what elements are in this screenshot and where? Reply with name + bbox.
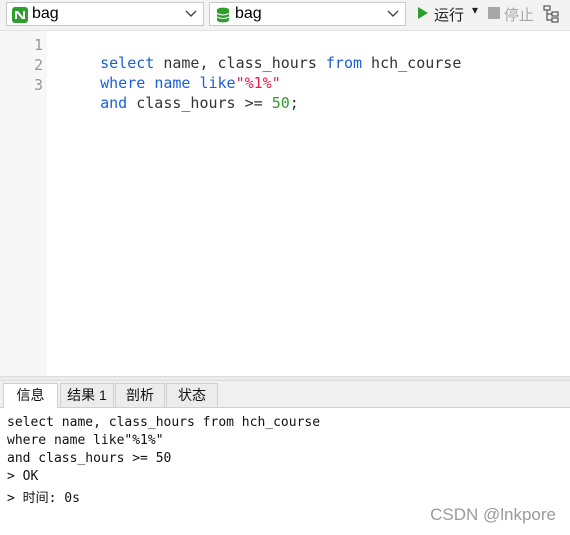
text-token: class_hours >= [127, 94, 272, 112]
database-icon [216, 7, 230, 23]
database-select[interactable]: bag [209, 2, 406, 26]
output-line: select name, class_hours from hch_course [7, 415, 321, 430]
line-number: 2 [33, 56, 43, 74]
keyword-token: and [100, 94, 128, 112]
number-token: 50 [271, 94, 290, 112]
chevron-down-icon [387, 10, 399, 17]
output-line: > OK [7, 469, 39, 484]
output-line: where name like"%1%" [7, 433, 164, 448]
play-icon [418, 7, 428, 19]
connection-select[interactable]: bag [6, 2, 204, 26]
run-label: 运行 [434, 7, 465, 24]
line-number: 1 [33, 36, 43, 54]
tab-profile[interactable]: 剖析 [115, 383, 165, 407]
tab-message[interactable]: 信息 [3, 383, 58, 408]
navicat-connection-icon [12, 7, 28, 23]
line-number-gutter: 1 2 3 [0, 31, 47, 376]
run-dropdown-icon[interactable]: ▾ [472, 3, 478, 17]
result-tabs: 信息 结果 1 剖析 状态 [0, 381, 570, 408]
run-button[interactable]: 运行 ▾ [415, 3, 485, 24]
code-line: and class_hours >= 50; [64, 76, 299, 130]
stop-icon [488, 7, 500, 19]
text-token: ; [289, 94, 299, 112]
output-line: and class_hours >= 50 [7, 451, 172, 466]
connection-label: bag [32, 5, 59, 22]
text-token: hch_course [362, 54, 462, 72]
keyword-token: from [325, 54, 363, 72]
tab-result-1[interactable]: 结果 1 [60, 383, 114, 407]
output-line: > 时间: 0s [7, 491, 80, 506]
explain-button[interactable] [542, 4, 568, 24]
chevron-down-icon [185, 10, 197, 17]
explain-icon [543, 5, 559, 23]
line-number: 3 [33, 76, 43, 94]
stop-button[interactable]: 停止 [486, 4, 538, 24]
toolbar: bag bag 运行 ▾ 停止 [0, 0, 570, 31]
tab-status[interactable]: 状态 [166, 383, 218, 407]
database-label: bag [235, 5, 262, 22]
watermark: CSDN @lnkpore [430, 505, 556, 524]
stop-label: 停止 [504, 7, 535, 24]
sql-editor[interactable]: 1 2 3 select name, class_hours from hch_… [0, 31, 570, 376]
